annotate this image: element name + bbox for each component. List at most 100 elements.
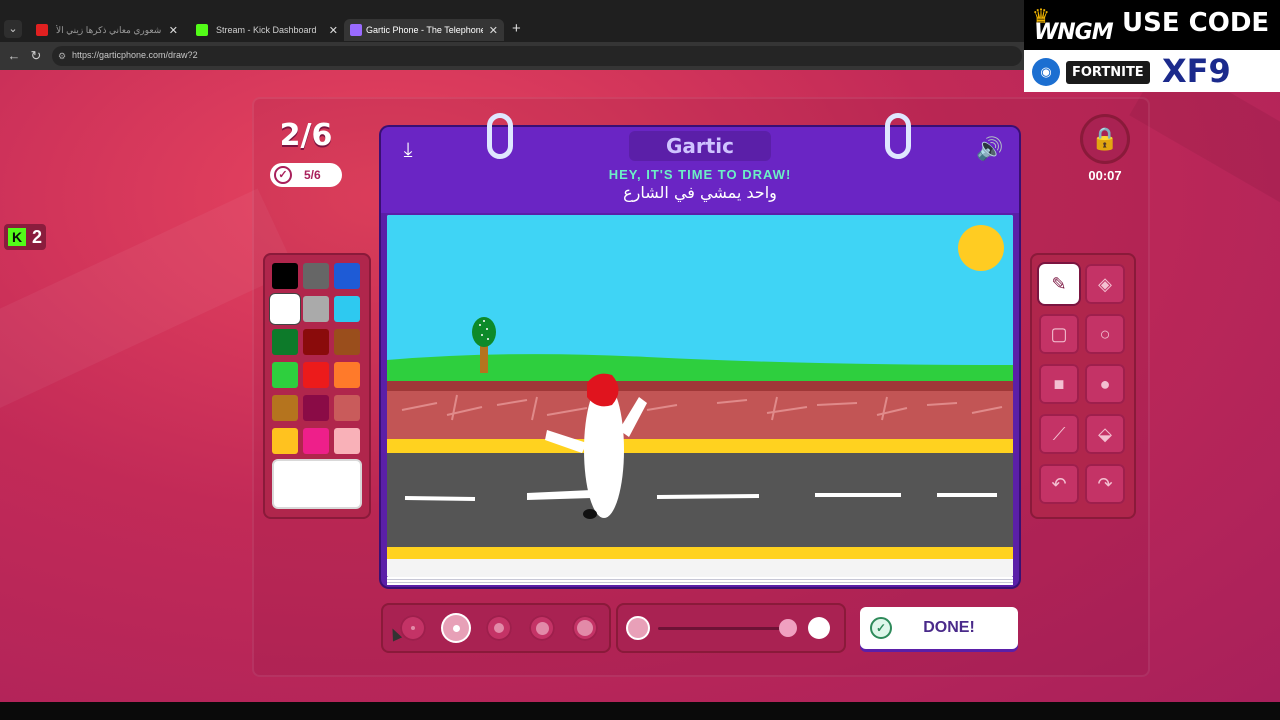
opacity-max-icon [808, 617, 830, 639]
brush-size-button[interactable] [529, 615, 555, 641]
color-swatch[interactable] [272, 263, 298, 289]
wall-top [387, 381, 1013, 391]
road-edge [387, 547, 1013, 559]
lock-icon[interactable]: 🔒 [1080, 114, 1130, 164]
done-label: DONE! [923, 619, 975, 636]
drawing-card: ⤓ Gartic 🔊 HEY, IT'S TIME TO DRAW! واحد … [381, 113, 1019, 587]
drawing-canvas[interactable] [387, 215, 1013, 577]
pencil-icon[interactable]: ✎ [1039, 264, 1079, 304]
color-swatch[interactable] [303, 263, 329, 289]
tab-list-button[interactable]: ⌄ [4, 20, 22, 38]
color-swatch[interactable] [334, 395, 360, 421]
color-swatch[interactable] [272, 362, 298, 388]
tab-kick[interactable]: Stream - Kick Dashboard ✕ [186, 19, 344, 41]
url-input[interactable]: ⚙ https://garticphone.com/draw?2 [52, 46, 1022, 66]
opacity-min-icon [628, 618, 648, 638]
drawing-svg [387, 215, 1013, 577]
tab-gartic[interactable]: Gartic Phone - The Telephone Gam... ✕ [344, 19, 504, 41]
current-color-preview [274, 461, 360, 507]
check-icon: ✓ [870, 617, 892, 639]
tool-panel: ✎ ◈ ▢ ○ ■ ● ⟋ ⬙ ↶ ↷ [1030, 253, 1136, 519]
brush-size-dot [411, 626, 415, 630]
opacity-knob[interactable] [779, 619, 797, 637]
stream-overlay-ad: ♛ WNGM USE CODE ◉ FORTNITE XF9 [1024, 0, 1280, 92]
person-foot [583, 509, 597, 519]
timer: 00:07 [1088, 168, 1122, 183]
color-swatch[interactable] [334, 329, 360, 355]
card-header: ⤓ Gartic 🔊 HEY, IT'S TIME TO DRAW! واحد … [381, 113, 1019, 213]
bucket-icon[interactable]: ⬙ [1085, 414, 1125, 454]
url-text: https://garticphone.com/draw?2 [72, 50, 198, 60]
square-filled-icon[interactable]: ■ [1039, 364, 1079, 404]
brush-size-panel [381, 603, 611, 653]
redo-icon[interactable]: ↷ [1085, 464, 1125, 504]
draw-prompt: واحد يمشي في الشارع [623, 183, 777, 202]
color-swatch[interactable] [303, 395, 329, 421]
canvas-bottom [387, 559, 1013, 577]
check-icon: ✓ [274, 166, 292, 184]
tree-trunk [480, 345, 488, 373]
brush-size-button[interactable] [486, 615, 512, 641]
players-done-count: 5/6 [304, 168, 321, 182]
overlay-top: ♛ WNGM USE CODE [1024, 0, 1280, 50]
kick-icon [196, 24, 208, 36]
close-tab-icon[interactable]: ✕ [489, 24, 498, 37]
person-head [587, 373, 619, 407]
color-swatch[interactable] [272, 428, 298, 454]
color-swatch[interactable] [303, 296, 329, 322]
tab-title: هرت شعوري معاني ذكرها زيني الأ... [56, 24, 163, 35]
done-button[interactable]: ✓ DONE! [860, 607, 1018, 649]
gartic-logo: Gartic [629, 131, 771, 161]
brush-size-button[interactable] [443, 615, 469, 641]
line-icon[interactable]: ⟋ [1039, 414, 1079, 454]
kick-viewer-badge: K 2 [4, 224, 46, 250]
binder-ring [885, 113, 911, 159]
circle-outline-icon[interactable]: ○ [1085, 314, 1125, 354]
overlay-brand: WNGM [1034, 20, 1114, 45]
back-icon[interactable]: ← [6, 48, 22, 64]
color-swatch[interactable] [334, 296, 360, 322]
square-outline-icon[interactable]: ▢ [1039, 314, 1079, 354]
site-info-icon[interactable]: ⚙ [58, 50, 70, 62]
overlay-code: XF9 [1162, 52, 1231, 90]
close-tab-icon[interactable]: ✕ [169, 24, 178, 37]
brush-size-button[interactable] [572, 615, 598, 641]
color-swatch[interactable] [303, 362, 329, 388]
brush-size-dot [452, 624, 460, 632]
undo-icon[interactable]: ↶ [1039, 464, 1079, 504]
download-icon[interactable]: ⤓ [395, 137, 421, 163]
players-done-pill: ✓ 5/6 [270, 163, 342, 187]
color-swatch[interactable] [334, 263, 360, 289]
color-swatch[interactable] [303, 428, 329, 454]
eraser-icon[interactable]: ◈ [1085, 264, 1125, 304]
color-swatch[interactable] [303, 329, 329, 355]
opacity-slider[interactable] [616, 603, 846, 653]
overlay-headline: USE CODE [1122, 8, 1270, 38]
overlay-game: FORTNITE [1066, 60, 1150, 84]
round-counter: 2/6 [279, 118, 333, 153]
color-palette [263, 253, 371, 519]
circle-filled-icon[interactable]: ● [1085, 364, 1125, 404]
binder-ring [487, 113, 513, 159]
kick-logo-icon: K [8, 228, 26, 246]
brush-size-dot [494, 623, 504, 633]
brush-size-button[interactable] [400, 615, 426, 641]
tab-youtube[interactable]: هرت شعوري معاني ذكرها زيني الأ... ✕ [26, 19, 184, 41]
color-swatch[interactable] [272, 395, 298, 421]
curb-line [387, 439, 1013, 453]
rocket-league-icon: ◉ [1032, 58, 1060, 86]
color-swatch[interactable] [272, 329, 298, 355]
sound-icon[interactable]: 🔊 [975, 135, 1005, 163]
reload-icon[interactable]: ↻ [28, 48, 44, 64]
color-swatch[interactable] [272, 296, 298, 322]
viewer-count: 2 [32, 226, 43, 247]
gartic-icon [350, 24, 362, 36]
opacity-track[interactable] [658, 627, 788, 630]
new-tab-icon[interactable]: + [512, 20, 526, 38]
color-swatch[interactable] [334, 362, 360, 388]
close-tab-icon[interactable]: ✕ [329, 24, 338, 37]
road [387, 453, 1013, 553]
paper-edge [387, 577, 1013, 585]
color-swatch[interactable] [334, 428, 360, 454]
draw-hint: HEY, IT'S TIME TO DRAW! [608, 167, 792, 182]
